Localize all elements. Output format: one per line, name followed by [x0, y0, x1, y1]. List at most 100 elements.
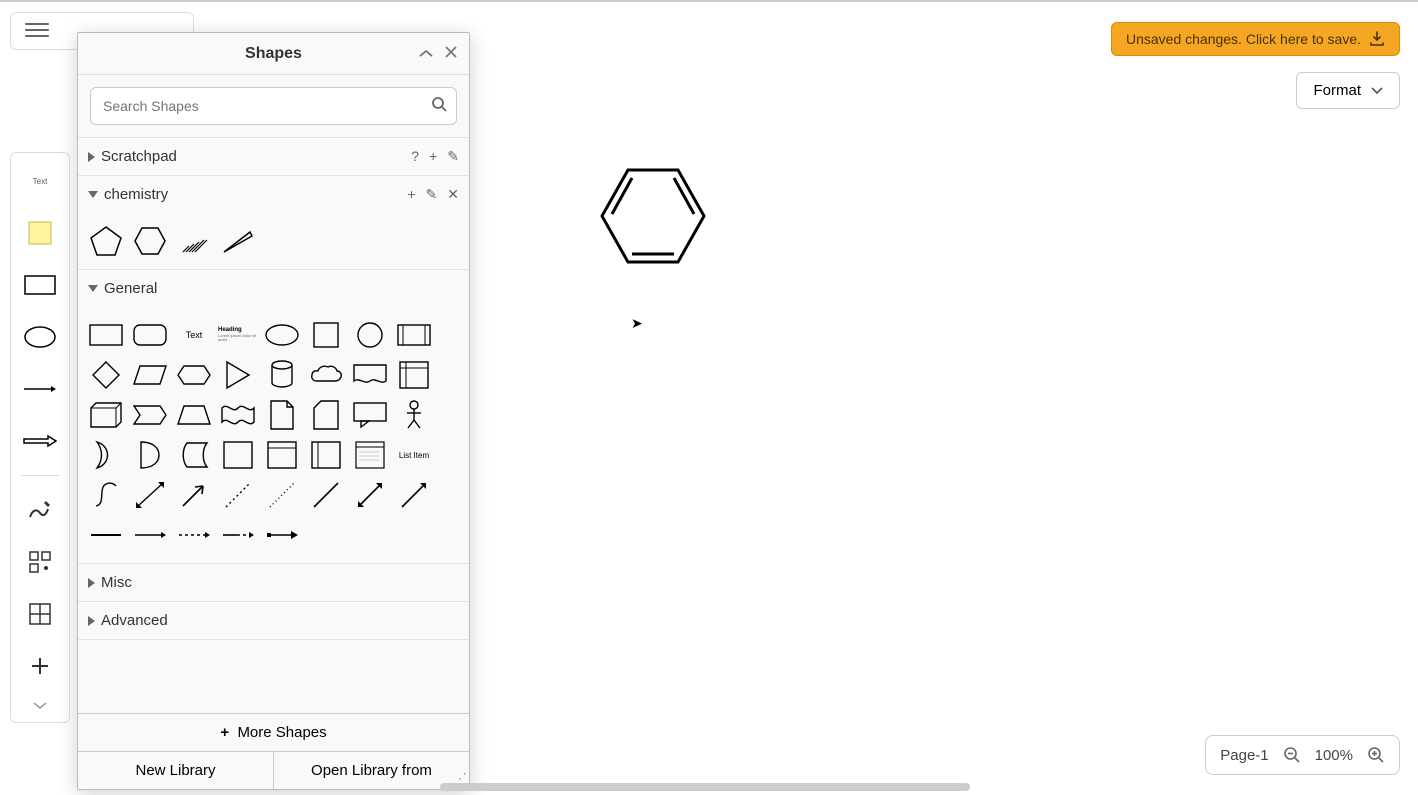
close-icon[interactable]: ✕ [447, 186, 459, 203]
shape-process[interactable] [394, 317, 434, 353]
freehand-tool[interactable] [20, 490, 60, 530]
note-icon [25, 218, 55, 248]
zoom-level[interactable]: 100% [1315, 747, 1353, 764]
section-general: General Text HeadingLorem ipsum dolor si… [78, 269, 469, 563]
zoom-out-icon[interactable] [1283, 746, 1301, 764]
shape-cloud[interactable] [306, 357, 346, 393]
horizontal-scrollbar[interactable] [440, 783, 970, 791]
shape-cube[interactable] [86, 397, 126, 433]
more-shapes-button[interactable]: + More Shapes [78, 714, 469, 752]
shape-half-dashed[interactable] [218, 517, 258, 553]
canvas-benzene-shape[interactable] [598, 166, 708, 266]
shape-solid-line[interactable] [86, 517, 126, 553]
shape-half-circle[interactable] [130, 437, 170, 473]
shape-bidirectional-arrow[interactable] [130, 477, 170, 513]
section-label: Misc [101, 574, 132, 591]
shape-arrow-up[interactable] [174, 477, 214, 513]
shape-parallelogram[interactable] [130, 357, 170, 393]
open-library-button[interactable]: Open Library from [274, 752, 469, 789]
shape-data-storage[interactable] [174, 437, 214, 473]
close-icon [445, 46, 457, 58]
shape-hatch[interactable] [174, 223, 214, 259]
shape-triangle[interactable] [218, 357, 258, 393]
table-tool[interactable] [20, 594, 60, 634]
expand-collapse[interactable] [20, 698, 60, 714]
shape-hexagon[interactable] [130, 223, 170, 259]
rectangle-tool[interactable] [20, 265, 60, 305]
section-header-chemistry[interactable]: chemistry + ✎ ✕ [78, 176, 469, 213]
shape-solid-diag[interactable] [306, 477, 346, 513]
ellipse-tool[interactable] [20, 317, 60, 357]
search-input[interactable] [90, 87, 457, 125]
shape-arrow-h[interactable] [130, 517, 170, 553]
shape-list-item[interactable]: List Item [394, 437, 434, 473]
shape-cylinder[interactable] [262, 357, 302, 393]
shape-crescent[interactable] [86, 437, 126, 473]
zoom-in-icon[interactable] [1367, 746, 1385, 764]
shape-round-rect[interactable] [130, 317, 170, 353]
shapes-grid-icon [28, 550, 52, 574]
arrow-tool[interactable] [20, 421, 60, 461]
menu-button[interactable] [25, 18, 49, 42]
triangle-right-icon [88, 616, 95, 626]
section-label: Scratchpad [101, 148, 177, 165]
shape-bidir-diag[interactable] [350, 477, 390, 513]
section-header-scratchpad[interactable]: Scratchpad ? + ✎ [78, 138, 469, 175]
section-header-advanced[interactable]: Advanced [78, 602, 469, 639]
help-icon[interactable]: ? [411, 148, 419, 165]
section-header-general[interactable]: General [78, 270, 469, 307]
shape-side-titled[interactable] [306, 437, 346, 473]
shape-block-arrow-h[interactable] [262, 517, 302, 553]
shape-tape[interactable] [218, 397, 258, 433]
shape-square[interactable] [306, 317, 346, 353]
panel-title: Shapes [245, 45, 302, 63]
search-icon[interactable] [431, 96, 447, 117]
pencil-icon[interactable]: ✎ [426, 186, 438, 203]
line-tool[interactable] [20, 369, 60, 409]
shape-text[interactable]: Text [174, 317, 214, 353]
shape-heading[interactable]: HeadingLorem ipsum dolor sit amet [218, 317, 258, 353]
shape-actor[interactable] [394, 397, 434, 433]
shape-callout[interactable] [350, 397, 390, 433]
line-arrow-icon [23, 384, 57, 394]
text-tool[interactable]: Text [20, 161, 60, 201]
section-header-misc[interactable]: Misc [78, 564, 469, 601]
shape-wedge[interactable] [218, 223, 258, 259]
pencil-icon[interactable]: ✎ [447, 148, 459, 165]
shape-dotted-diag[interactable] [262, 477, 302, 513]
shape-note[interactable] [262, 397, 302, 433]
shapes-tool[interactable] [20, 542, 60, 582]
add-icon[interactable]: + [407, 186, 415, 203]
section-label: Advanced [101, 612, 168, 629]
shape-titled-rect[interactable] [262, 437, 302, 473]
add-tool[interactable] [20, 646, 60, 686]
left-toolbar: Text [10, 152, 70, 723]
shape-document[interactable] [350, 357, 390, 393]
format-button[interactable]: Format [1296, 72, 1400, 109]
shape-pentagon[interactable] [86, 223, 126, 259]
shape-trapezoid[interactable] [174, 397, 214, 433]
shape-hex-small[interactable] [174, 357, 214, 393]
shape-listbox[interactable] [350, 437, 390, 473]
shape-container[interactable] [218, 437, 258, 473]
new-library-button[interactable]: New Library [78, 752, 274, 789]
shape-diamond[interactable] [86, 357, 126, 393]
shape-curve[interactable] [86, 477, 126, 513]
shape-arrow-diag[interactable] [394, 477, 434, 513]
unsaved-notice[interactable]: Unsaved changes. Click here to save. [1111, 22, 1400, 56]
shape-circle[interactable] [350, 317, 390, 353]
download-icon [1369, 31, 1385, 47]
shape-internal-storage[interactable] [394, 357, 434, 393]
shape-step[interactable] [130, 397, 170, 433]
panel-collapse-button[interactable] [419, 45, 433, 61]
add-icon[interactable]: + [429, 148, 437, 165]
page-indicator[interactable]: Page-1 [1220, 747, 1268, 764]
shape-dashed-arrow[interactable] [174, 517, 214, 553]
note-tool[interactable] [20, 213, 60, 253]
shape-card[interactable] [306, 397, 346, 433]
section-chemistry: chemistry + ✎ ✕ [78, 175, 469, 269]
shape-ellipse[interactable] [262, 317, 302, 353]
shape-dashed-line[interactable] [218, 477, 258, 513]
panel-close-button[interactable] [445, 45, 457, 61]
shape-rect[interactable] [86, 317, 126, 353]
